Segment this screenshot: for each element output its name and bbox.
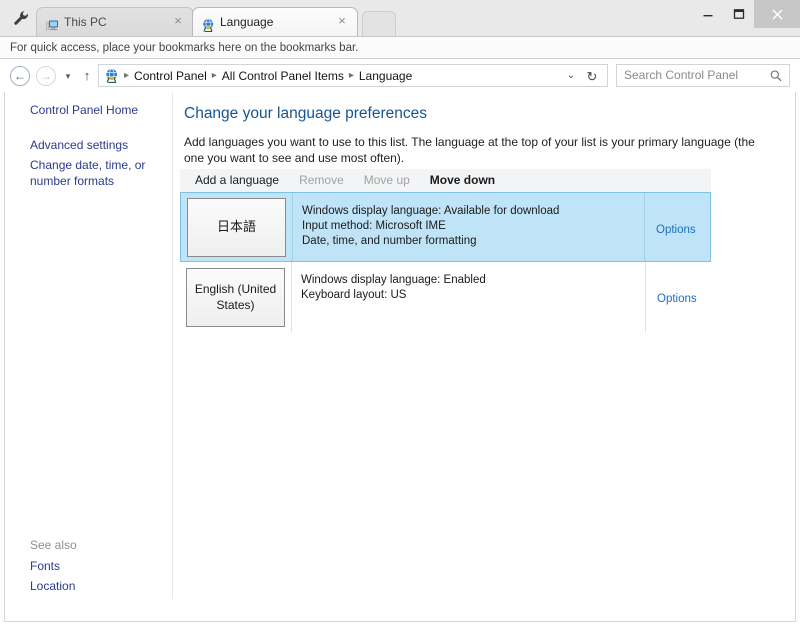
back-arrow-icon: ← <box>14 69 26 83</box>
navigation-pane: Control Panel Home Advanced settings Cha… <box>5 92 172 621</box>
sidebar-item-change-date-time-number-formats[interactable]: Change date, time, or number formats <box>5 157 172 189</box>
remove-button: Remove <box>299 173 344 187</box>
tab-label: Language <box>220 15 274 29</box>
language-detail-line: Windows display language: Enabled <box>301 274 486 286</box>
language-detail-line: Input method: Microsoft IME <box>302 220 446 232</box>
bookmarks-bar-hint: For quick access, place your bookmarks h… <box>10 42 359 54</box>
search-icon[interactable] <box>769 69 783 83</box>
this-pc-icon <box>45 15 60 31</box>
close-icon[interactable]: × <box>171 14 185 28</box>
move-up-button: Move up <box>363 173 410 187</box>
window-body: Control Panel Home Advanced settings Cha… <box>4 92 796 622</box>
page-title: Change your language preferences <box>184 105 428 122</box>
sidebar-item-control-panel-home[interactable]: Control Panel Home <box>5 102 172 119</box>
options-link[interactable]: Options <box>656 224 696 236</box>
breadcrumb-item-all-control-panel-items[interactable]: All Control Panel Items <box>219 69 347 83</box>
language-detail-line: Windows display language: Available for … <box>302 205 560 217</box>
language-options-cell: Options <box>644 193 710 261</box>
window-controls <box>692 0 800 28</box>
maximize-button[interactable] <box>723 0 754 28</box>
breadcrumb-separator: ▸ <box>124 70 130 81</box>
breadcrumb[interactable]: ▸ Control Panel ▸ All Control Panel Item… <box>98 64 608 87</box>
refresh-icon[interactable]: ↻ <box>581 68 603 85</box>
language-list: 日本語 Windows display language: Available … <box>180 192 711 332</box>
search-placeholder: Search Control Panel <box>624 68 739 82</box>
address-bar-row: ← → ▾ ↑ ▸ Control Panel ▸ All Control Pa… <box>0 59 800 92</box>
language-detail-line: Date, time, and number formatting <box>302 235 477 247</box>
sidebar-item-advanced-settings[interactable]: Advanced settings <box>5 137 172 154</box>
content-pane: Change your language preferences Add lan… <box>173 92 795 621</box>
back-button[interactable]: ← <box>10 66 30 86</box>
tab-this-pc[interactable]: This PC × <box>36 7 194 36</box>
page-description: Add languages you want to use to this li… <box>184 135 755 165</box>
language-tile: 日本語 <box>187 197 286 257</box>
language-detail-line: Keyboard layout: US <box>301 289 407 301</box>
bookmarks-bar[interactable]: For quick access, place your bookmarks h… <box>0 36 800 59</box>
tab-label: This PC <box>64 15 107 29</box>
recent-pages-dropdown[interactable]: ▾ <box>61 70 75 82</box>
language-row-japanese[interactable]: 日本語 Windows display language: Available … <box>180 192 711 262</box>
breadcrumb-separator: ▸ <box>211 70 217 81</box>
breadcrumb-item-language[interactable]: Language <box>356 69 415 83</box>
sidebar-item-fonts[interactable]: Fonts <box>5 558 172 575</box>
up-button[interactable]: ↑ <box>79 67 95 85</box>
browser-window: This PC × Language × For quick access, p… <box>0 0 800 626</box>
close-icon[interactable]: × <box>335 14 349 28</box>
up-arrow-icon: ↑ <box>83 68 91 83</box>
sidebar-item-location[interactable]: Location <box>5 578 172 595</box>
search-input[interactable]: Search Control Panel <box>616 64 790 87</box>
breadcrumb-separator: ▸ <box>348 70 354 81</box>
chevron-down-icon: ▾ <box>65 71 71 81</box>
options-link[interactable]: Options <box>657 293 697 305</box>
language-tile: English (United States) <box>186 267 285 327</box>
forward-arrow-icon: → <box>40 69 52 83</box>
see-also-title: See also <box>30 538 77 552</box>
command-bar: Add a language Remove Move up Move down <box>180 169 711 192</box>
language-details: Windows display language: Enabled Keyboa… <box>291 262 645 332</box>
status-bar <box>5 599 795 621</box>
forward-button[interactable]: → <box>36 66 56 86</box>
close-button[interactable] <box>754 0 800 28</box>
breadcrumb-item-control-panel[interactable]: Control Panel <box>131 69 210 83</box>
move-down-button[interactable]: Move down <box>420 169 505 192</box>
language-details: Windows display language: Available for … <box>292 193 644 261</box>
language-globe-icon <box>201 15 216 33</box>
language-tile-wrapper: 日本語 <box>181 193 292 261</box>
language-tile-wrapper: English (United States) <box>180 262 291 332</box>
new-tab-button[interactable] <box>362 11 396 36</box>
breadcrumb-dropdown-icon[interactable]: ⌄ <box>563 70 579 81</box>
tab-language[interactable]: Language × <box>192 7 358 36</box>
see-also-section: See also Fonts Location <box>5 538 172 598</box>
wrench-icon[interactable] <box>12 9 30 27</box>
language-row-english-united-states[interactable]: English (United States) Windows display … <box>180 262 711 332</box>
language-options-cell: Options <box>645 262 711 332</box>
control-panel-window: ← → ▾ ↑ ▸ Control Panel ▸ All Control Pa… <box>0 59 800 626</box>
language-globe-icon <box>104 68 120 84</box>
tab-strip: This PC × Language × <box>0 0 800 36</box>
minimize-button[interactable] <box>692 0 723 28</box>
add-a-language-button[interactable]: Add a language <box>185 169 289 192</box>
